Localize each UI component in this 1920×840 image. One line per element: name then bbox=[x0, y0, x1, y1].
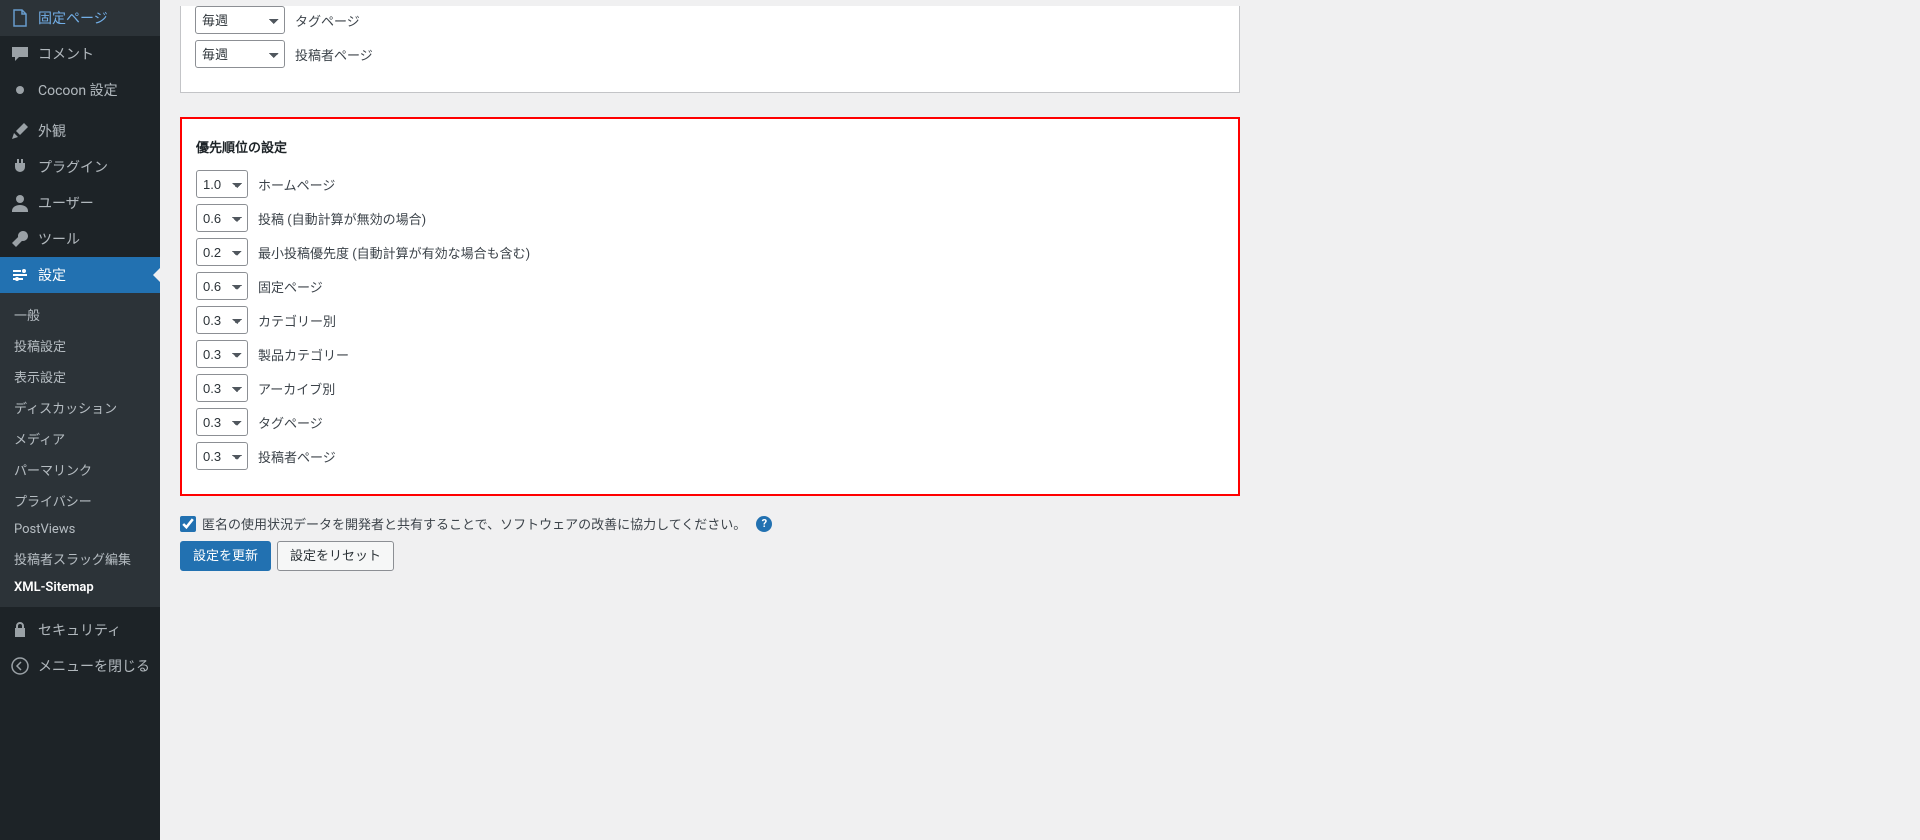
prio-label: ホームページ bbox=[258, 175, 335, 194]
comment-icon bbox=[10, 44, 30, 64]
share-data-row: 匿名の使用状況データを開発者と共有することで、ソフトウェアの改善に協力してくださ… bbox=[180, 514, 1240, 533]
sliders-icon bbox=[10, 265, 30, 285]
submenu-postviews[interactable]: PostViews bbox=[0, 516, 160, 543]
content-area: 毎週 タグページ 毎週 投稿者ページ 優先順位の設定 1.0 ホームページ bbox=[160, 0, 1920, 840]
prio-row-pages: 0.6 固定ページ bbox=[196, 272, 1224, 300]
submenu-author-slug[interactable]: 投稿者スラッグ編集 bbox=[0, 543, 160, 574]
sidebar-item-cocoon[interactable]: Cocoon 設定 bbox=[0, 72, 160, 108]
prio-select-authors[interactable]: 0.3 bbox=[196, 442, 248, 470]
share-data-label: 匿名の使用状況データを開発者と共有することで、ソフトウェアの改善に協力してくださ… bbox=[202, 514, 746, 533]
reset-button[interactable]: 設定をリセット bbox=[277, 541, 394, 571]
submenu-media[interactable]: メディア bbox=[0, 423, 160, 454]
prio-row-authors: 0.3 投稿者ページ bbox=[196, 442, 1224, 470]
plug-icon bbox=[10, 157, 30, 177]
prio-select-prod-cat[interactable]: 0.3 bbox=[196, 340, 248, 368]
submenu-permalink[interactable]: パーマリンク bbox=[0, 454, 160, 485]
sidebar-item-plugins[interactable]: プラグイン bbox=[0, 149, 160, 185]
prio-select-posts[interactable]: 0.6 bbox=[196, 204, 248, 232]
sidebar-item-settings[interactable]: 設定 bbox=[0, 257, 160, 293]
save-button[interactable]: 設定を更新 bbox=[180, 541, 271, 571]
submenu-discussion[interactable]: ディスカッション bbox=[0, 392, 160, 423]
prio-row-posts: 0.6 投稿 (自動計算が無効の場合) bbox=[196, 204, 1224, 232]
prio-row-prod-cat: 0.3 製品カテゴリー bbox=[196, 340, 1224, 368]
sidebar-item-tools[interactable]: ツール bbox=[0, 221, 160, 257]
submenu-privacy[interactable]: プライバシー bbox=[0, 485, 160, 516]
prio-label: 製品カテゴリー bbox=[258, 345, 349, 364]
settings-submenu: 一般 投稿設定 表示設定 ディスカッション メディア パーマリンク プライバシー… bbox=[0, 293, 160, 607]
prio-label: カテゴリー別 bbox=[258, 311, 336, 330]
sidebar-label: 固定ページ bbox=[38, 8, 108, 28]
priority-box-title: 優先順位の設定 bbox=[196, 137, 1224, 156]
sidebar-label: ツール bbox=[38, 229, 80, 249]
prio-select-pages[interactable]: 0.6 bbox=[196, 272, 248, 300]
share-data-checkbox[interactable] bbox=[180, 516, 196, 532]
prio-label: 投稿者ページ bbox=[258, 447, 336, 466]
admin-sidebar: 固定ページ コメント Cocoon 設定 外観 プラグイン ユーザー ツール bbox=[0, 0, 160, 840]
priority-box: 優先順位の設定 1.0 ホームページ 0.6 投稿 (自動計算が無効の場合) 0… bbox=[180, 117, 1240, 496]
wrench-icon bbox=[10, 229, 30, 249]
freq-row-tag: 毎週 タグページ bbox=[195, 6, 1225, 34]
collapse-icon bbox=[10, 656, 30, 676]
prio-label: アーカイブ別 bbox=[258, 379, 335, 398]
form-buttons: 設定を更新 設定をリセット bbox=[180, 541, 1240, 571]
freq-select-author[interactable]: 毎週 bbox=[195, 40, 285, 68]
sidebar-label: 外観 bbox=[38, 121, 66, 141]
freq-label: 投稿者ページ bbox=[295, 45, 373, 64]
sidebar-item-pages[interactable]: 固定ページ bbox=[0, 0, 160, 36]
page-icon bbox=[10, 8, 30, 28]
submenu-xml-sitemap[interactable]: XML-Sitemap bbox=[0, 574, 160, 601]
prio-label: 投稿 (自動計算が無効の場合) bbox=[258, 209, 426, 228]
prio-select-home[interactable]: 1.0 bbox=[196, 170, 248, 198]
prio-row-min-post: 0.2 最小投稿優先度 (自動計算が有効な場合も含む) bbox=[196, 238, 1224, 266]
freq-row-author: 毎週 投稿者ページ bbox=[195, 40, 1225, 68]
sidebar-item-appearance[interactable]: 外観 bbox=[0, 113, 160, 149]
prio-select-min-post[interactable]: 0.2 bbox=[196, 238, 248, 266]
sidebar-label: プラグイン bbox=[38, 157, 108, 177]
submenu-reading[interactable]: 表示設定 bbox=[0, 361, 160, 392]
lock-icon bbox=[10, 620, 30, 640]
prio-select-archives[interactable]: 0.3 bbox=[196, 374, 248, 402]
sidebar-item-security[interactable]: セキュリティ bbox=[0, 612, 160, 648]
sidebar-collapse[interactable]: メニューを閉じる bbox=[0, 648, 160, 684]
prio-row-archives: 0.3 アーカイブ別 bbox=[196, 374, 1224, 402]
dot-icon bbox=[10, 80, 30, 100]
submenu-writing[interactable]: 投稿設定 bbox=[0, 330, 160, 361]
user-icon bbox=[10, 193, 30, 213]
brush-icon bbox=[10, 121, 30, 141]
help-icon[interactable]: ? bbox=[756, 516, 772, 532]
sidebar-label: セキュリティ bbox=[38, 620, 121, 640]
frequency-box-partial: 毎週 タグページ 毎週 投稿者ページ bbox=[180, 6, 1240, 93]
sidebar-label: メニューを閉じる bbox=[38, 656, 150, 676]
prio-row-tags: 0.3 タグページ bbox=[196, 408, 1224, 436]
prio-select-categories[interactable]: 0.3 bbox=[196, 306, 248, 334]
prio-row-home: 1.0 ホームページ bbox=[196, 170, 1224, 198]
prio-label: 最小投稿優先度 (自動計算が有効な場合も含む) bbox=[258, 243, 530, 262]
prio-label: タグページ bbox=[258, 413, 323, 432]
sidebar-label: 設定 bbox=[38, 265, 66, 285]
prio-select-tags[interactable]: 0.3 bbox=[196, 408, 248, 436]
sidebar-item-users[interactable]: ユーザー bbox=[0, 185, 160, 221]
sidebar-label: コメント bbox=[38, 44, 94, 64]
freq-select-tag[interactable]: 毎週 bbox=[195, 6, 285, 34]
submenu-general[interactable]: 一般 bbox=[0, 299, 160, 330]
freq-label: タグページ bbox=[295, 11, 360, 30]
prio-row-categories: 0.3 カテゴリー別 bbox=[196, 306, 1224, 334]
sidebar-item-comments[interactable]: コメント bbox=[0, 36, 160, 72]
prio-label: 固定ページ bbox=[258, 277, 323, 296]
sidebar-label: ユーザー bbox=[38, 193, 94, 213]
sidebar-label: Cocoon 設定 bbox=[38, 80, 118, 100]
